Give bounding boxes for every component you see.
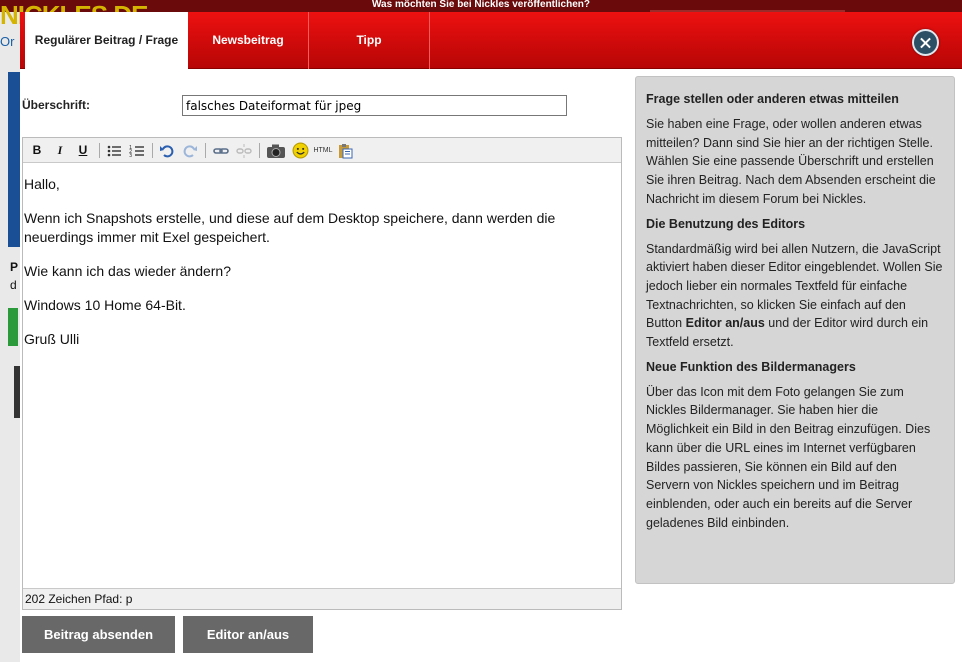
- bullet-list-icon[interactable]: [105, 141, 123, 160]
- close-icon[interactable]: [912, 29, 939, 56]
- editor-paragraph: Gruß Ulli: [24, 331, 80, 347]
- editor-content[interactable]: Hallo, Wenn ich Snapshots erstelle, und …: [23, 164, 621, 588]
- help-text: Sie haben eine Frage, oder wollen andere…: [646, 117, 936, 206]
- background-blue-block: [8, 72, 20, 247]
- editor-paragraph: Wie kann ich das wieder ändern?: [24, 263, 232, 279]
- tab-tip[interactable]: Tipp: [309, 12, 430, 69]
- undo-icon[interactable]: [158, 141, 176, 160]
- unlink-icon[interactable]: [235, 141, 253, 160]
- editor-paragraph: Windows 10 Home 64-Bit.: [24, 297, 186, 313]
- help-heading: Neue Funktion des Bildermanagers: [646, 359, 856, 374]
- background-text-fragment: P: [10, 260, 19, 274]
- heading-label: Überschrift:: [22, 98, 91, 112]
- background-green-button: [8, 308, 18, 346]
- editor-paragraph: Wenn ich Snapshots erstelle, und diese a…: [24, 210, 556, 245]
- underline-button[interactable]: U: [75, 141, 91, 160]
- editor-status-bar: 202 Zeichen Pfad: p: [23, 588, 621, 609]
- heading-input[interactable]: [182, 95, 567, 116]
- tab-bar: Regulärer Beitrag / Frage Newsbeitrag Ti…: [20, 12, 962, 69]
- paste-icon[interactable]: [336, 141, 354, 160]
- italic-button[interactable]: I: [52, 141, 68, 160]
- post-dialog: Regulärer Beitrag / Frage Newsbeitrag Ti…: [20, 12, 962, 662]
- help-text: Über das Icon mit dem Foto gelangen Sie …: [646, 384, 931, 530]
- help-text: Standardmäßig wird bei allen Nutzern, di…: [646, 241, 943, 350]
- redo-icon[interactable]: [181, 141, 199, 160]
- toolbar-separator: [99, 143, 100, 158]
- smiley-icon[interactable]: [291, 141, 309, 160]
- bold-button[interactable]: B: [29, 141, 45, 160]
- help-text-emphasis: Editor an/aus: [685, 316, 765, 331]
- site-logo-sub: Or: [0, 34, 15, 49]
- html-source-button[interactable]: HTML: [312, 141, 334, 160]
- editor-toolbar: B I U 123 HTML: [23, 138, 621, 163]
- help-heading: Die Benutzung des Editors: [646, 216, 806, 231]
- tab-news-post[interactable]: Newsbeitrag: [188, 12, 309, 69]
- background-text-fragment: d: [10, 278, 17, 292]
- camera-icon[interactable]: [265, 141, 287, 160]
- modal-banner-title: Was möchten Sie bei Nickles veröffentlic…: [371, 0, 591, 10]
- toolbar-separator: [152, 143, 153, 158]
- numbered-list-icon[interactable]: 123: [128, 141, 146, 160]
- svg-text:3: 3: [129, 153, 132, 159]
- link-icon[interactable]: [212, 141, 230, 160]
- toolbar-separator: [205, 143, 206, 158]
- editor-paragraph: Hallo,: [24, 176, 60, 192]
- rich-text-editor: B I U 123 HTML Hallo, Wenn ich Snapshots…: [22, 137, 622, 610]
- editor-toggle-button[interactable]: Editor an/aus: [183, 616, 313, 653]
- toolbar-separator: [259, 143, 260, 158]
- submit-post-button[interactable]: Beitrag absenden: [22, 616, 175, 653]
- tab-regular-post[interactable]: Regulärer Beitrag / Frage: [25, 12, 188, 69]
- help-panel: Frage stellen oder anderen etwas mitteil…: [635, 76, 955, 584]
- help-heading: Frage stellen oder anderen etwas mitteil…: [646, 92, 899, 106]
